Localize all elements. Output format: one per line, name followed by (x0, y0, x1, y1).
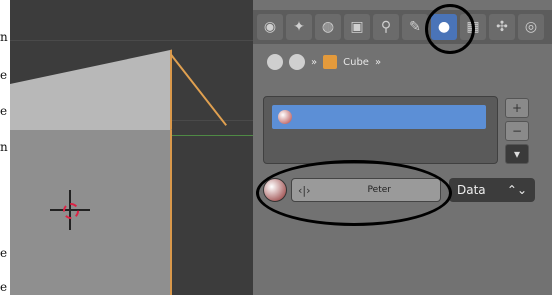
x-axis-line (160, 135, 253, 136)
material-slot-list[interactable] (263, 96, 498, 164)
material-tab-icon[interactable]: ● (431, 14, 457, 40)
physics-tab-icon[interactable]: ◎ (518, 14, 544, 40)
object-cube-icon (323, 55, 338, 69)
material-name: Peter (367, 185, 391, 195)
add-slot-button[interactable]: + (505, 98, 529, 118)
constraints-tab-icon[interactable]: ⚲ (373, 14, 399, 40)
material-datablock-row: ‹|› Peter Data ⌃⌄ (263, 178, 535, 202)
browse-material-icon[interactable]: ‹|› (298, 184, 311, 197)
cube-selected-edge (170, 53, 227, 126)
context-breadcrumb: » Cube » (267, 54, 381, 70)
scene-tab-icon[interactable]: ✦ (286, 14, 312, 40)
object-tab-icon[interactable]: ▣ (344, 14, 370, 40)
material-preview-icon[interactable] (263, 178, 287, 202)
link-select-value: Data (457, 183, 486, 197)
object-name-label: Cube (343, 56, 369, 68)
properties-tabs: ◉ ✦ ◍ ▣ ⚲ ✎ ● ▦ ✣ ◎ (253, 10, 552, 44)
breadcrumb-separator: » (374, 56, 382, 68)
world-context-icon[interactable] (289, 54, 305, 70)
grid-line (10, 40, 253, 41)
material-slot-selected[interactable] (272, 105, 486, 129)
slot-side-buttons: + − ▾ (505, 98, 531, 164)
material-name-field[interactable]: ‹|› Peter (291, 178, 441, 202)
3d-cursor-icon[interactable] (50, 190, 90, 230)
world-tab-icon[interactable]: ◍ (315, 14, 341, 40)
render-tab-icon[interactable]: ◉ (257, 14, 283, 40)
properties-panel: ◉ ✦ ◍ ▣ ⚲ ✎ ● ▦ ✣ ◎ » Cube » + − ▾ ‹|› P… (253, 0, 552, 295)
cube-front-face[interactable] (10, 130, 172, 295)
link-data-select[interactable]: Data ⌃⌄ (449, 178, 535, 202)
material-sphere-icon (278, 110, 292, 124)
particles-tab-icon[interactable]: ✣ (489, 14, 515, 40)
select-chevron-icon: ⌃⌄ (506, 183, 527, 197)
remove-slot-button[interactable]: − (505, 121, 529, 141)
modifiers-tab-icon[interactable]: ✎ (402, 14, 428, 40)
scene-context-icon[interactable] (267, 54, 283, 70)
texture-tab-icon[interactable]: ▦ (460, 14, 486, 40)
slot-specials-button[interactable]: ▾ (505, 144, 529, 164)
breadcrumb-separator: » (311, 56, 318, 68)
3d-viewport[interactable] (10, 0, 253, 295)
